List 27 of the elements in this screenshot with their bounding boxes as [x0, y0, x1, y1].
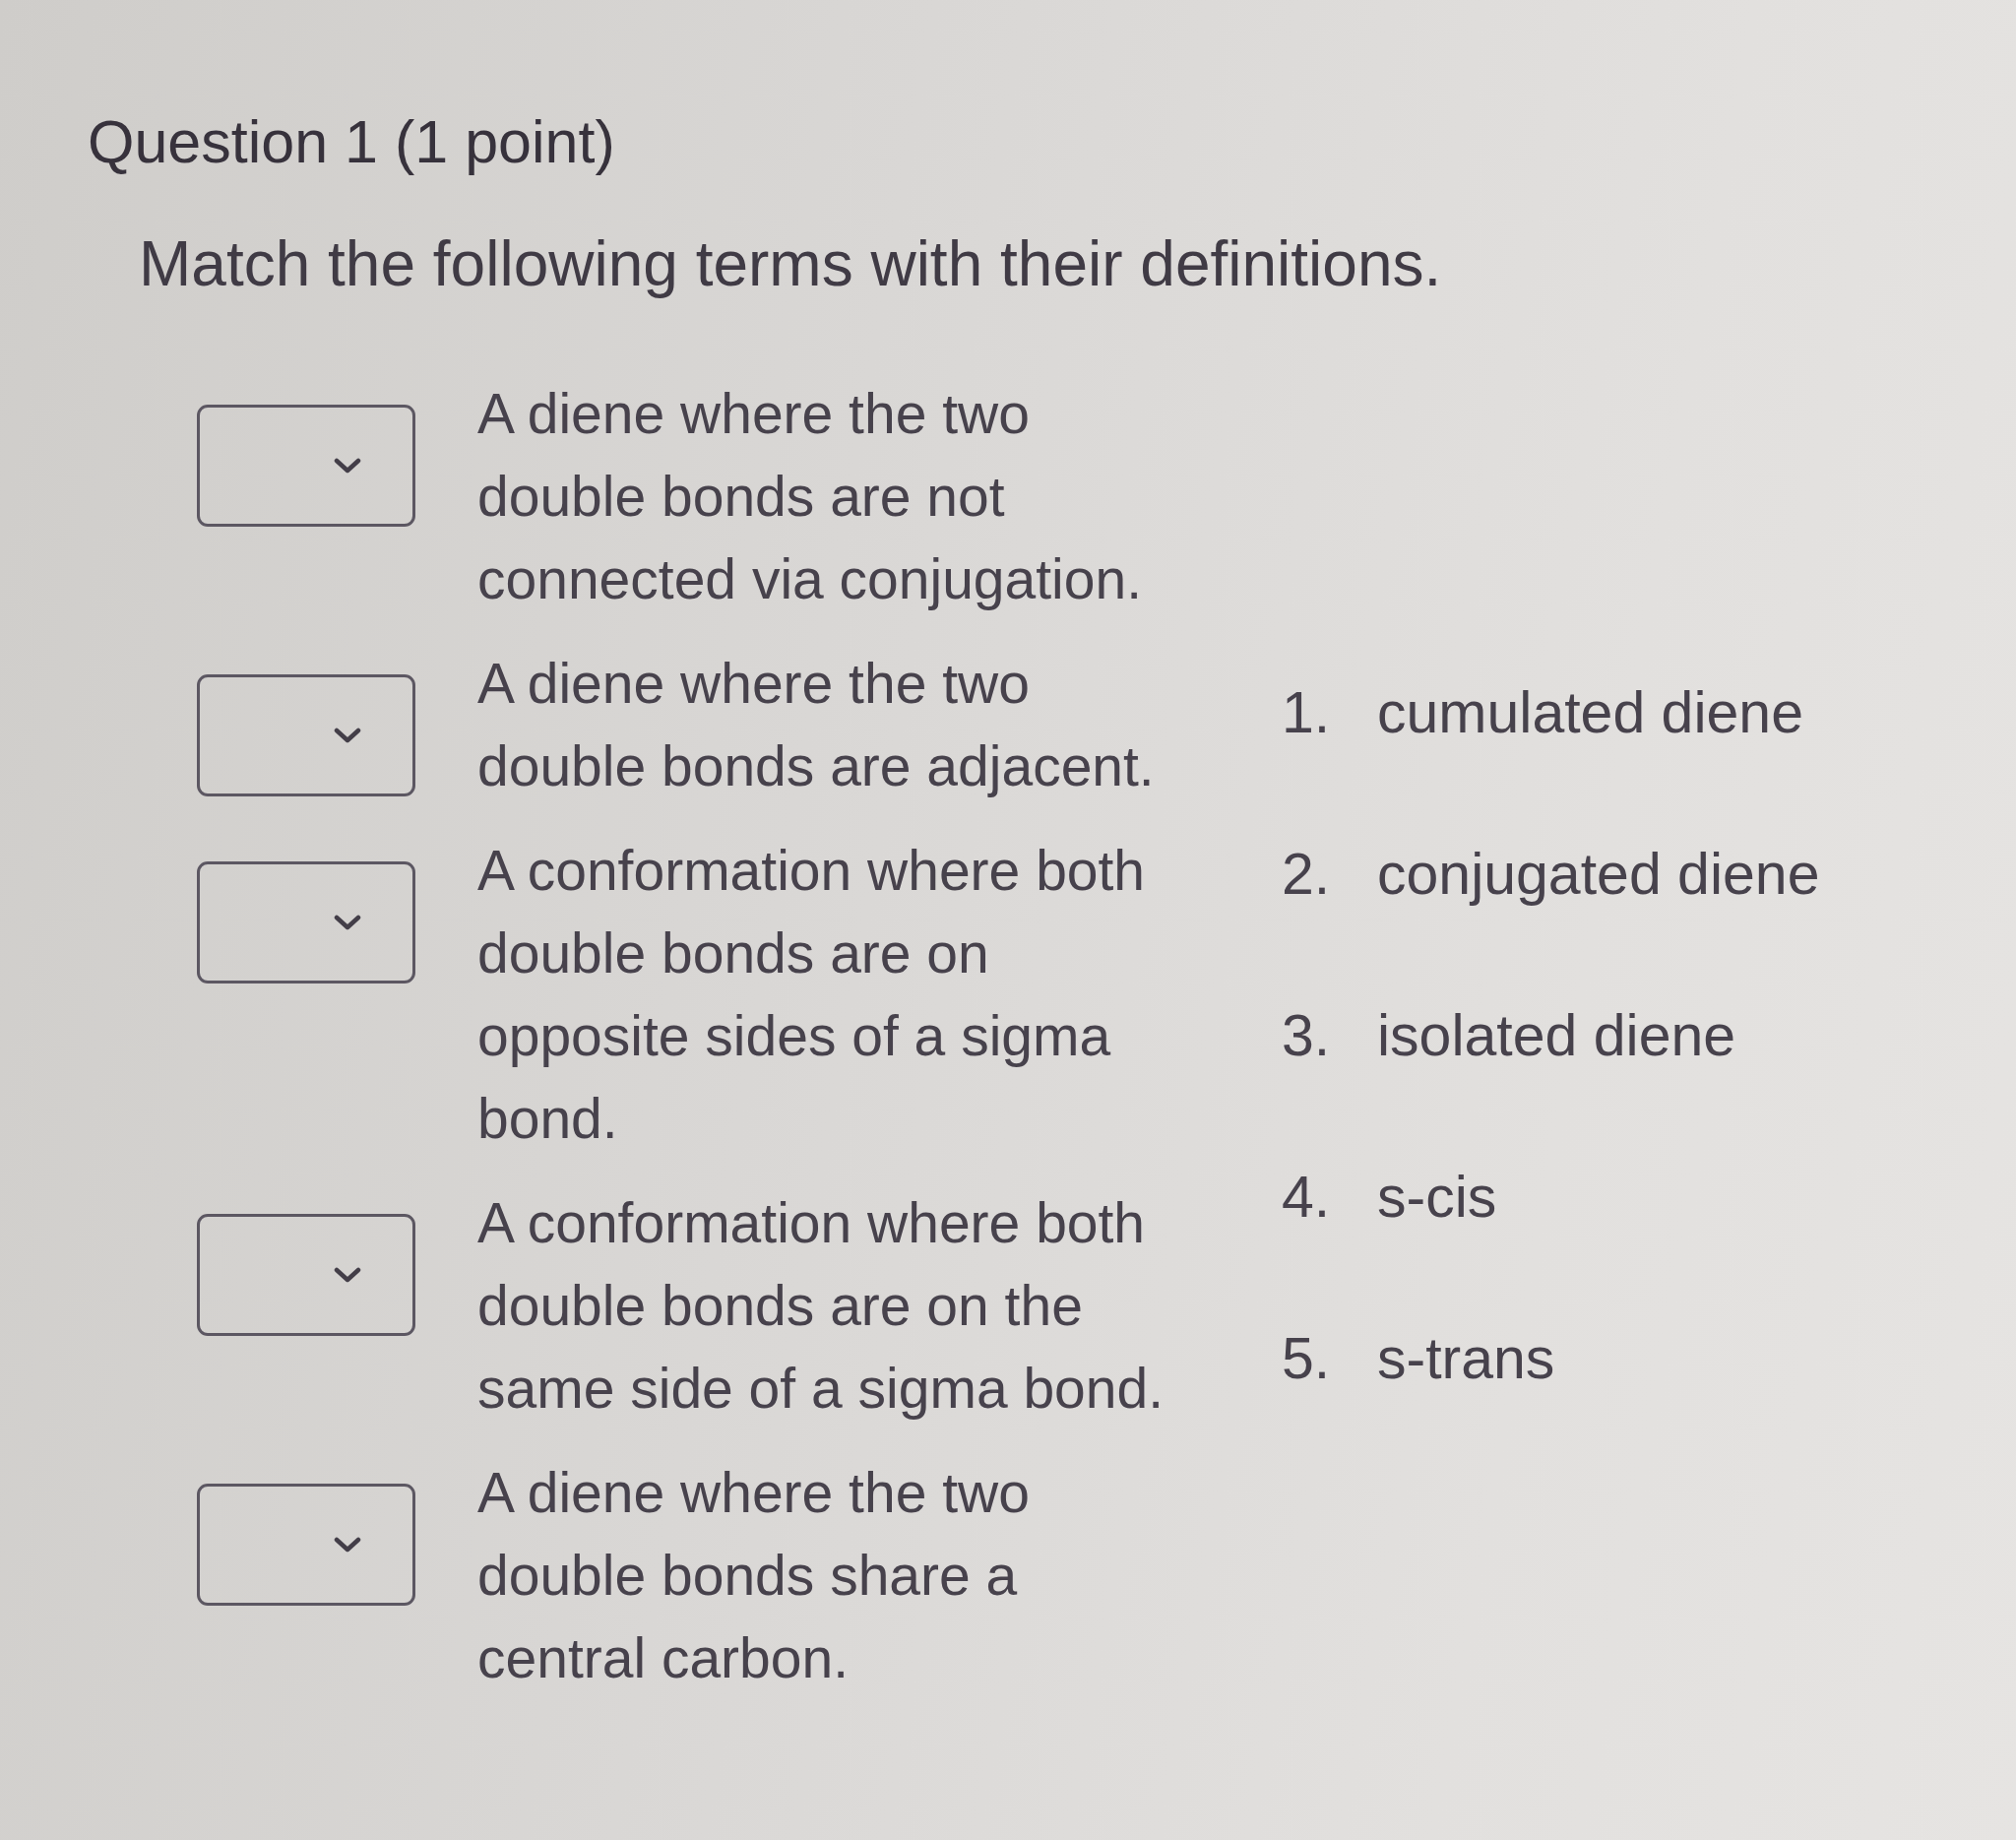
chevron-down-icon	[334, 1267, 361, 1283]
answer-dropdown[interactable]	[197, 1484, 415, 1606]
term-text: s-cis	[1377, 1164, 1497, 1232]
answer-dropdown[interactable]	[197, 405, 415, 527]
list-number: 1.	[1282, 679, 1332, 747]
definition-text: A conformation where both double bonds are on the same side of a sigma bond.	[477, 1190, 1166, 1422]
answer-dropdown[interactable]	[197, 861, 415, 983]
definition-text: A diene where the two double bonds share a central carbon.	[477, 1460, 1031, 1691]
definition-text: A diene where the two double bonds are not connected via conjugation.	[477, 381, 1143, 612]
list-number: 5.	[1282, 1325, 1332, 1393]
chevron-down-icon	[334, 728, 361, 743]
term-text: isolated diene	[1377, 1002, 1736, 1070]
definition-text: A diene where the two double bonds are adjacent.	[477, 651, 1156, 799]
question-prompt: Match the following terms with their definitions.	[139, 227, 1442, 301]
list-number: 3.	[1282, 1002, 1332, 1070]
list-number: 4.	[1282, 1164, 1332, 1232]
answer-dropdown[interactable]	[197, 674, 415, 796]
answer-dropdown[interactable]	[197, 1214, 415, 1336]
chevron-down-icon	[334, 1537, 361, 1553]
term-text: conjugated diene	[1377, 841, 1820, 909]
chevron-down-icon	[334, 915, 361, 930]
definition-text: A conformation where both double bonds are on opposite sides of a sigma bond.	[477, 838, 1147, 1152]
list-number: 2.	[1282, 841, 1332, 909]
term-text: cumulated diene	[1377, 679, 1803, 747]
term-text: s-trans	[1377, 1325, 1555, 1393]
question-title: Question 1 (1 point)	[88, 107, 615, 177]
chevron-down-icon	[334, 458, 361, 474]
